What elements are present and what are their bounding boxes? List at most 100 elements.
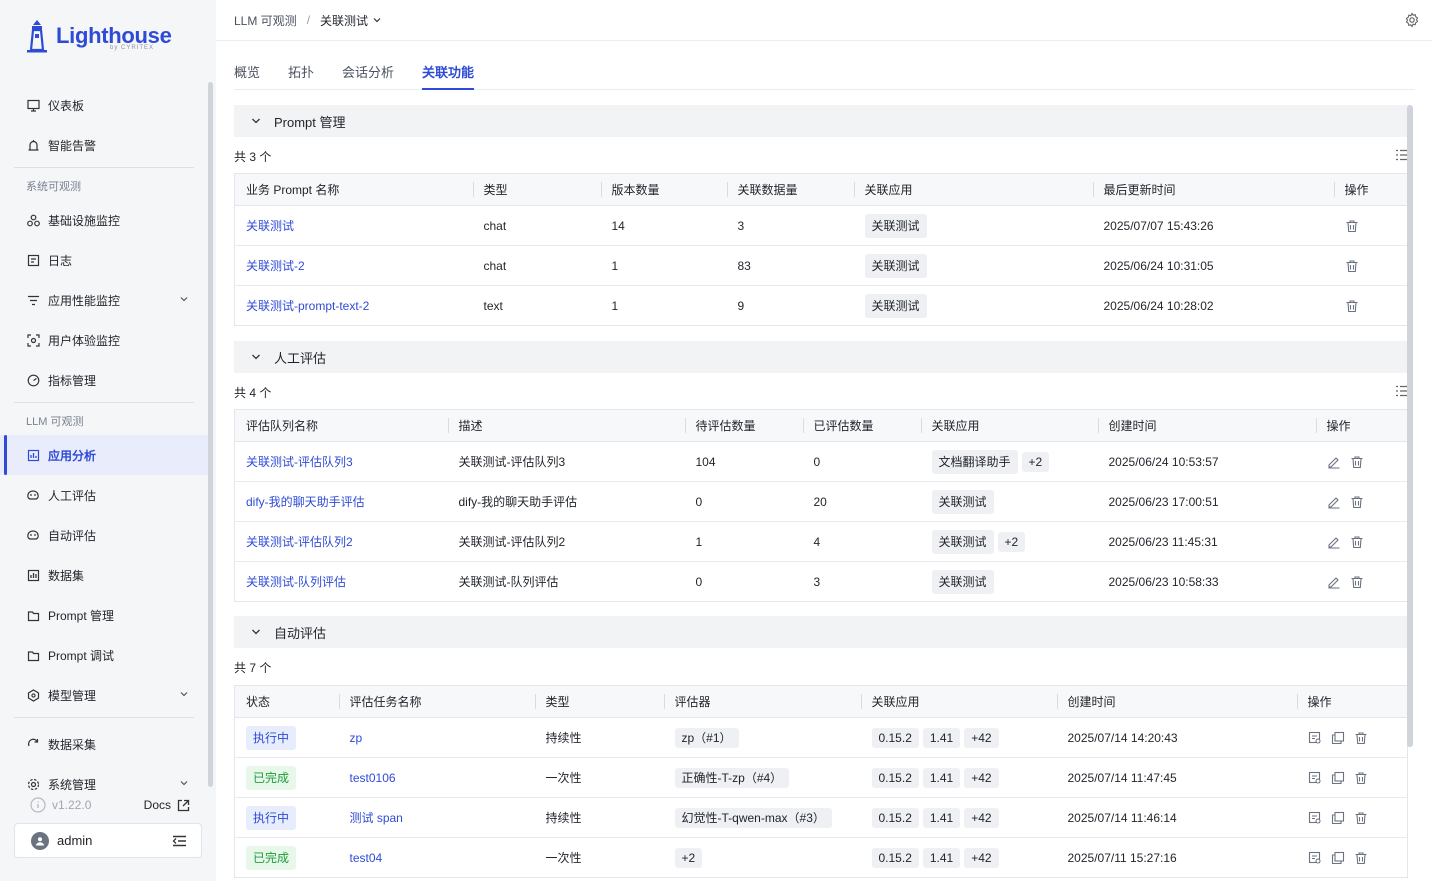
sidebar-item-prompt-debug[interactable]: Prompt 调试 — [0, 635, 208, 675]
edit-icon[interactable] — [1327, 495, 1341, 509]
sidebar-item-metric[interactable]: 指标管理 — [0, 360, 208, 400]
view-report-icon[interactable] — [1308, 771, 1322, 785]
sidebar-item-auto-eval[interactable]: 自动评估 — [0, 515, 208, 555]
chevron-down-icon[interactable] — [178, 688, 190, 700]
prompt-name-link[interactable]: 关联测试-2 — [246, 259, 305, 273]
user-icon — [36, 836, 44, 845]
more-apps-tag[interactable]: +42 — [964, 847, 999, 868]
delete-icon[interactable] — [1350, 535, 1364, 549]
delete-icon[interactable] — [1350, 575, 1364, 589]
settings-gear-icon[interactable] — [1404, 12, 1420, 28]
tab-overview[interactable]: 概览 — [234, 50, 260, 90]
human-eval-count: 共 4 个 — [234, 386, 272, 400]
queue-name-link[interactable]: dify-我的聊天助手评估 — [246, 495, 365, 509]
more-apps-tag[interactable]: +2 — [997, 531, 1026, 552]
created-time: 2025/07/14 14:20:43 — [1056, 717, 1297, 758]
column-header: 评估器 — [663, 685, 861, 718]
related-app-tag: 关联测试 — [864, 293, 927, 318]
task-name-link[interactable]: test04 — [350, 851, 383, 865]
sidebar-item-alert[interactable]: 智能告警 — [0, 125, 208, 165]
more-apps-tag[interactable]: +42 — [964, 807, 999, 828]
prompt-data-count: 3 — [726, 205, 854, 246]
task-name-link[interactable]: zp — [350, 731, 363, 745]
view-report-icon[interactable] — [1308, 731, 1322, 745]
status-badge: 执行中 — [246, 725, 297, 750]
sidebar-item-infra[interactable]: 基础设施监控 — [0, 200, 208, 240]
sidebar-item-dashboard[interactable]: 仪表板 — [0, 85, 208, 125]
content-scrollbar[interactable] — [1407, 105, 1413, 747]
edit-icon[interactable] — [1327, 455, 1341, 469]
task-name-link[interactable]: 测试 span — [350, 811, 403, 825]
task-name-link[interactable]: test0106 — [350, 771, 396, 785]
section-header-prompt[interactable]: Prompt 管理 — [234, 105, 1407, 137]
delete-icon[interactable] — [1354, 731, 1368, 745]
collapse-menu-icon[interactable] — [172, 835, 187, 847]
more-apps-tag[interactable]: +2 — [1021, 451, 1050, 472]
delete-icon[interactable] — [1345, 219, 1359, 233]
sidebar-item-collect[interactable]: 数据采集 — [0, 724, 208, 764]
breadcrumb-current: 关联测试 — [320, 13, 369, 28]
sidebar-item-model[interactable]: 模型管理 — [0, 675, 208, 715]
chevron-down-icon[interactable] — [178, 293, 190, 305]
tab-session-analysis[interactable]: 会话分析 — [342, 50, 394, 90]
evaluator-tag: zp（#1） — [674, 727, 739, 748]
edit-icon[interactable] — [1327, 535, 1341, 549]
user-menu[interactable]: admin — [14, 823, 202, 858]
queue-name-link[interactable]: 关联测试-评估队列3 — [246, 455, 353, 469]
prompt-name-link[interactable]: 关联测试 — [246, 219, 294, 233]
queue-name-link[interactable]: 关联测试-评估队列2 — [246, 535, 353, 549]
delete-icon[interactable] — [1354, 851, 1368, 865]
sidebar-item-log[interactable]: 日志 — [0, 240, 208, 280]
sidebar-item-label: 用户体验监控 — [48, 333, 121, 348]
sidebar-item-apm[interactable]: 应用性能监控 — [0, 280, 208, 320]
evaluator-tag[interactable]: +2 — [674, 847, 703, 868]
section-header-auto-eval[interactable]: 自动评估 — [234, 616, 1407, 648]
evaluator-tag: 正确性-T-zp（#4） — [674, 767, 790, 788]
sidebar-item-app-analysis[interactable]: 应用分析 — [0, 435, 208, 475]
sidebar-scrollbar[interactable] — [208, 82, 213, 787]
breadcrumb-app-select[interactable]: 关联测试 — [320, 12, 382, 29]
tab-related-features[interactable]: 关联功能 — [422, 50, 475, 90]
related-app-tag: 关联测试 — [931, 569, 994, 594]
column-header: 描述 — [447, 409, 685, 442]
main-area: LLM 可观测 / 关联测试 概览 拓扑 会话分析 关联功能 Prompt 管理… — [216, 0, 1432, 881]
delete-icon[interactable] — [1345, 299, 1359, 313]
content-scroll-area: Prompt 管理 共 3 个 业务 Prompt 名称 类型 版本数量 关联数… — [234, 105, 1409, 881]
task-type: 一次性 — [545, 851, 582, 865]
copy-icon[interactable] — [1331, 771, 1345, 785]
sidebar-item-prompt[interactable]: Prompt 管理 — [0, 595, 208, 635]
view-report-icon[interactable] — [1308, 851, 1322, 865]
sidebar-item-dataset[interactable]: 数据集 — [0, 555, 208, 595]
evaluator-tag: 幻觉性-T-qwen-max（#3） — [674, 807, 832, 828]
prompt-name-link[interactable]: 关联测试-prompt-text-2 — [246, 299, 369, 313]
edit-icon[interactable] — [1327, 575, 1341, 589]
table-header-row: 状态 评估任务名称 类型 评估器 关联应用 创建时间 操作 — [234, 685, 1408, 718]
sidebar-item-human-eval[interactable]: 人工评估 — [0, 475, 208, 515]
copy-icon[interactable] — [1331, 731, 1345, 745]
breadcrumb-root[interactable]: LLM 可观测 — [234, 12, 297, 29]
delete-icon[interactable] — [1345, 259, 1359, 273]
sidebar-item-ux[interactable]: 用户体验监控 — [0, 320, 208, 360]
more-apps-tag[interactable]: +42 — [964, 767, 999, 788]
human-eval-table: 评估队列名称 描述 待评估数量 已评估数量 关联应用 创建时间 操作 关联测试-… — [234, 409, 1408, 602]
version-info: v1.22.0 — [30, 797, 91, 813]
docs-link[interactable]: Docs — [144, 798, 190, 812]
tab-topology[interactable]: 拓扑 — [288, 50, 314, 90]
section-header-human-eval[interactable]: 人工评估 — [234, 341, 1407, 373]
updated-time: 2025/06/24 10:31:05 — [1092, 245, 1334, 286]
copy-icon[interactable] — [1331, 811, 1345, 825]
view-report-icon[interactable] — [1308, 811, 1322, 825]
prompt-version-count: 14 — [600, 205, 727, 246]
chevron-down-icon[interactable] — [178, 777, 190, 789]
auto-eval-table: 状态 评估任务名称 类型 评估器 关联应用 创建时间 操作 执行中 zp 持续性… — [234, 685, 1408, 878]
delete-icon[interactable] — [1350, 455, 1364, 469]
column-header: 操作 — [1296, 685, 1408, 718]
related-app-tag: 1.41 — [922, 807, 961, 828]
more-apps-tag[interactable]: +42 — [964, 727, 999, 748]
delete-icon[interactable] — [1354, 771, 1368, 785]
delete-icon[interactable] — [1350, 495, 1364, 509]
queue-name-link[interactable]: 关联测试-队列评估 — [246, 575, 346, 589]
copy-icon[interactable] — [1331, 851, 1345, 865]
delete-icon[interactable] — [1354, 811, 1368, 825]
table-header-row: 评估队列名称 描述 待评估数量 已评估数量 关联应用 创建时间 操作 — [234, 409, 1408, 442]
